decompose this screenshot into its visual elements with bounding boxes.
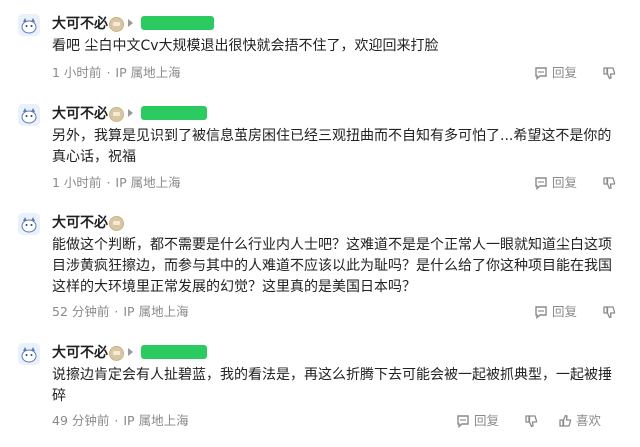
comment-actions: 回复: [534, 65, 624, 83]
comment-bubble-icon: [535, 177, 547, 190]
reply-arrow-icon: [128, 348, 133, 356]
comment-text: 另外，我算是见识到了被信息茧房困住已经三观扭曲而不自知有多可怕了...希望这不是…: [52, 128, 612, 165]
level-badge-icon: [109, 216, 124, 231]
ip-location: IP 属地上海: [123, 413, 189, 428]
avatar[interactable]: [18, 14, 40, 36]
reply-arrow-icon: [128, 109, 133, 117]
author-name[interactable]: 大可不必: [52, 344, 108, 362]
comment-text: 看吧 尘白中文Cv大规模退出很快就会捂不住了，欢迎回来打脸: [52, 38, 439, 54]
comment-bubble-icon: [535, 306, 547, 319]
comment-meta: 1 小时前 · IP 属地上海: [52, 175, 181, 190]
comment-meta: 49 分钟前 · IP 属地上海: [52, 413, 189, 428]
like-label: 喜欢: [576, 413, 602, 428]
level-badge-icon: [109, 17, 124, 32]
comment-time: 1 小时前: [52, 65, 102, 80]
thumbs-down-icon: [525, 415, 538, 428]
comment-text: 说擦边肯定会有人扯碧蓝，我的看法是，再这么折腾下去可能会被一起被抓典型，一起被捶…: [52, 367, 612, 404]
ip-location: IP 属地上海: [123, 304, 189, 319]
redacted-reply-target: [141, 106, 207, 120]
comment-time: 1 小时前: [52, 175, 102, 190]
ip-location: IP 属地上海: [115, 175, 181, 190]
avatar[interactable]: [18, 104, 40, 126]
redacted-reply-target: [141, 16, 214, 30]
comment-actions: 回复: [534, 175, 624, 193]
comment-time: 49 分钟前: [52, 413, 110, 428]
level-badge-icon: [109, 107, 124, 122]
comment-text: 能做这个判断，都不需要是什么行业内人士吧？这难道不是是个正常人一眼就知道尘白这项…: [52, 237, 612, 295]
ip-location: IP 属地上海: [115, 65, 181, 80]
comment-actions: 回复 喜欢: [456, 413, 624, 431]
comment-actions: 回复: [534, 304, 624, 322]
thumbs-down-icon: [603, 306, 616, 319]
reply-label: 回复: [552, 175, 578, 190]
level-badge-icon: [109, 346, 124, 361]
reply-label: 回复: [552, 304, 578, 319]
thumbs-down-icon: [603, 177, 616, 190]
comment-time: 52 分钟前: [52, 304, 110, 319]
reply-label: 回复: [552, 65, 578, 80]
comment-meta: 52 分钟前 · IP 属地上海: [52, 304, 189, 319]
author-name[interactable]: 大可不必: [52, 105, 108, 123]
reply-arrow-icon: [128, 19, 133, 27]
reply-label: 回复: [474, 413, 500, 428]
author-name[interactable]: 大可不必: [52, 214, 108, 232]
avatar[interactable]: [18, 213, 40, 235]
comment-bubble-icon: [535, 67, 547, 80]
author-name[interactable]: 大可不必: [52, 15, 108, 33]
thumbs-down-icon: [603, 67, 616, 80]
thumbs-up-icon: [559, 414, 572, 427]
comment-bubble-icon: [457, 415, 469, 428]
redacted-reply-target: [141, 345, 207, 359]
comment-meta: 1 小时前 · IP 属地上海: [52, 65, 181, 80]
avatar[interactable]: [18, 343, 40, 365]
